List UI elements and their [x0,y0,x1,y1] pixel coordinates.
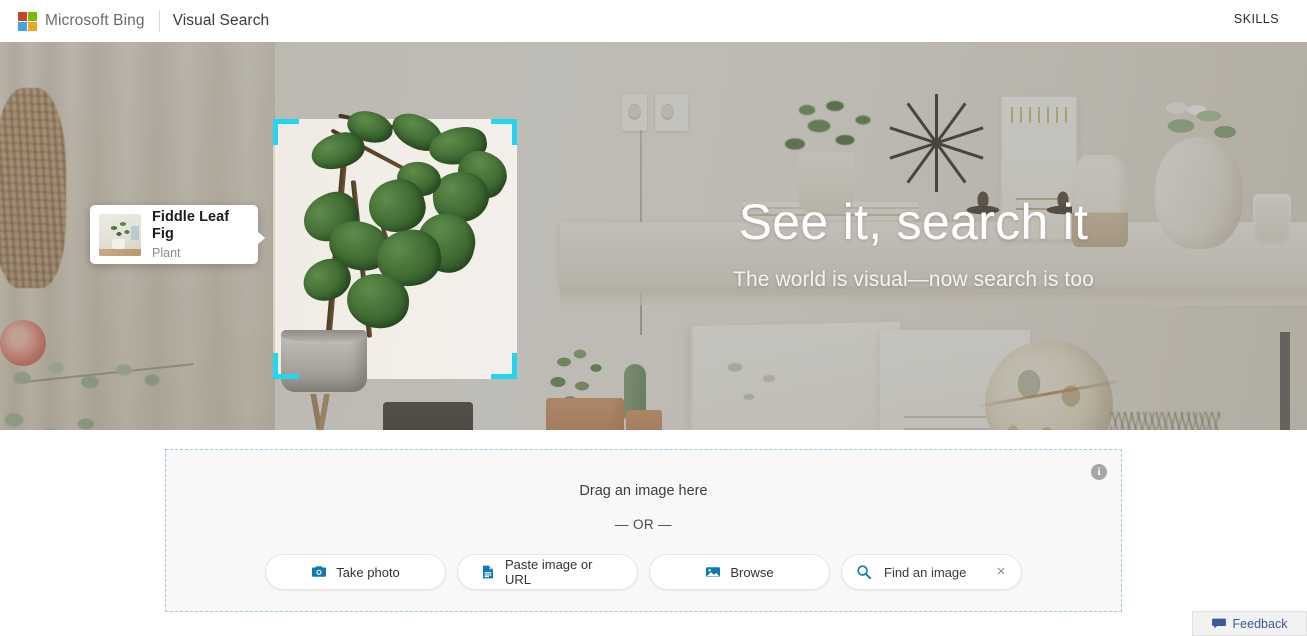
terracotta-pot [546,398,624,430]
feedback-bubble-icon [1212,618,1226,629]
entity-title: Fiddle Leaf Fig [152,209,249,243]
skills-link[interactable]: SKILLS [1228,8,1285,30]
paste-document-icon [480,564,496,580]
glass-cup [1253,194,1291,244]
plant-thumbnail-icon [99,214,141,256]
feedback-button[interactable]: Feedback [1192,611,1307,636]
camera-icon [311,564,327,580]
find-an-image-label: Find an image [884,565,966,580]
pinecone [960,190,1006,216]
browse-button[interactable]: Browse [649,554,830,590]
wall-outlet [622,94,647,131]
framed-art-large [690,322,900,430]
dropzone-or-text: — OR — [166,517,1121,532]
eucalyptus-leaves [0,342,194,430]
shelf-edge [560,287,1307,305]
dropzone-actions: Take photo Paste image or URL Browse [166,554,1121,590]
crop-corner-brackets[interactable] [273,119,517,379]
vase-flowers [1163,100,1243,152]
close-icon[interactable]: × [994,565,1008,579]
entity-text: Fiddle Leaf Fig Plant [152,209,249,261]
feedback-label: Feedback [1233,617,1288,631]
crop-corner-icon[interactable] [491,353,517,379]
wicker-panel [0,88,66,288]
brand-divider [159,10,160,32]
top-header: Microsoft Bing Visual Search SKILLS [0,0,1307,42]
paste-image-or-url-button[interactable]: Paste image or URL [457,554,638,590]
framed-art-small [1000,95,1078,240]
paste-image-label: Paste image or URL [505,557,615,587]
product-name: Visual Search [173,12,270,30]
crop-corner-icon[interactable] [273,353,299,379]
entity-result-card[interactable]: Fiddle Leaf Fig Plant [90,205,258,264]
dropzone-drag-text: Drag an image here [166,483,1121,499]
plant-stand [258,394,388,430]
entity-subtitle: Plant [152,245,249,261]
find-an-image-input[interactable]: Find an image × [841,554,1022,590]
image-dropzone[interactable]: i Drag an image here — OR — Take photo P… [165,449,1122,612]
woven-basket [383,402,473,430]
wall-outlet [655,94,688,131]
ceramic-vase [1072,155,1128,247]
microsoft-squares-icon [18,12,37,31]
shelf-pot [798,152,854,214]
dark-edge [1280,332,1290,430]
terracotta-pot-small [626,410,662,430]
star-decoration [886,94,984,192]
take-photo-label: Take photo [336,565,400,580]
brand-area[interactable]: Microsoft Bing Visual Search [18,0,269,42]
brand-name: Microsoft Bing [45,12,145,30]
hero-banner: Fiddle Leaf Fig Plant See it, search it … [0,42,1307,430]
crop-corner-icon[interactable] [491,119,517,145]
dried-grass [1110,412,1220,430]
search-icon [856,564,872,580]
info-icon[interactable]: i [1091,464,1107,480]
browse-label: Browse [730,565,773,580]
image-icon [705,564,721,580]
large-vase [1155,137,1243,249]
crop-corner-icon[interactable] [273,119,299,145]
take-photo-button[interactable]: Take photo [265,554,446,590]
